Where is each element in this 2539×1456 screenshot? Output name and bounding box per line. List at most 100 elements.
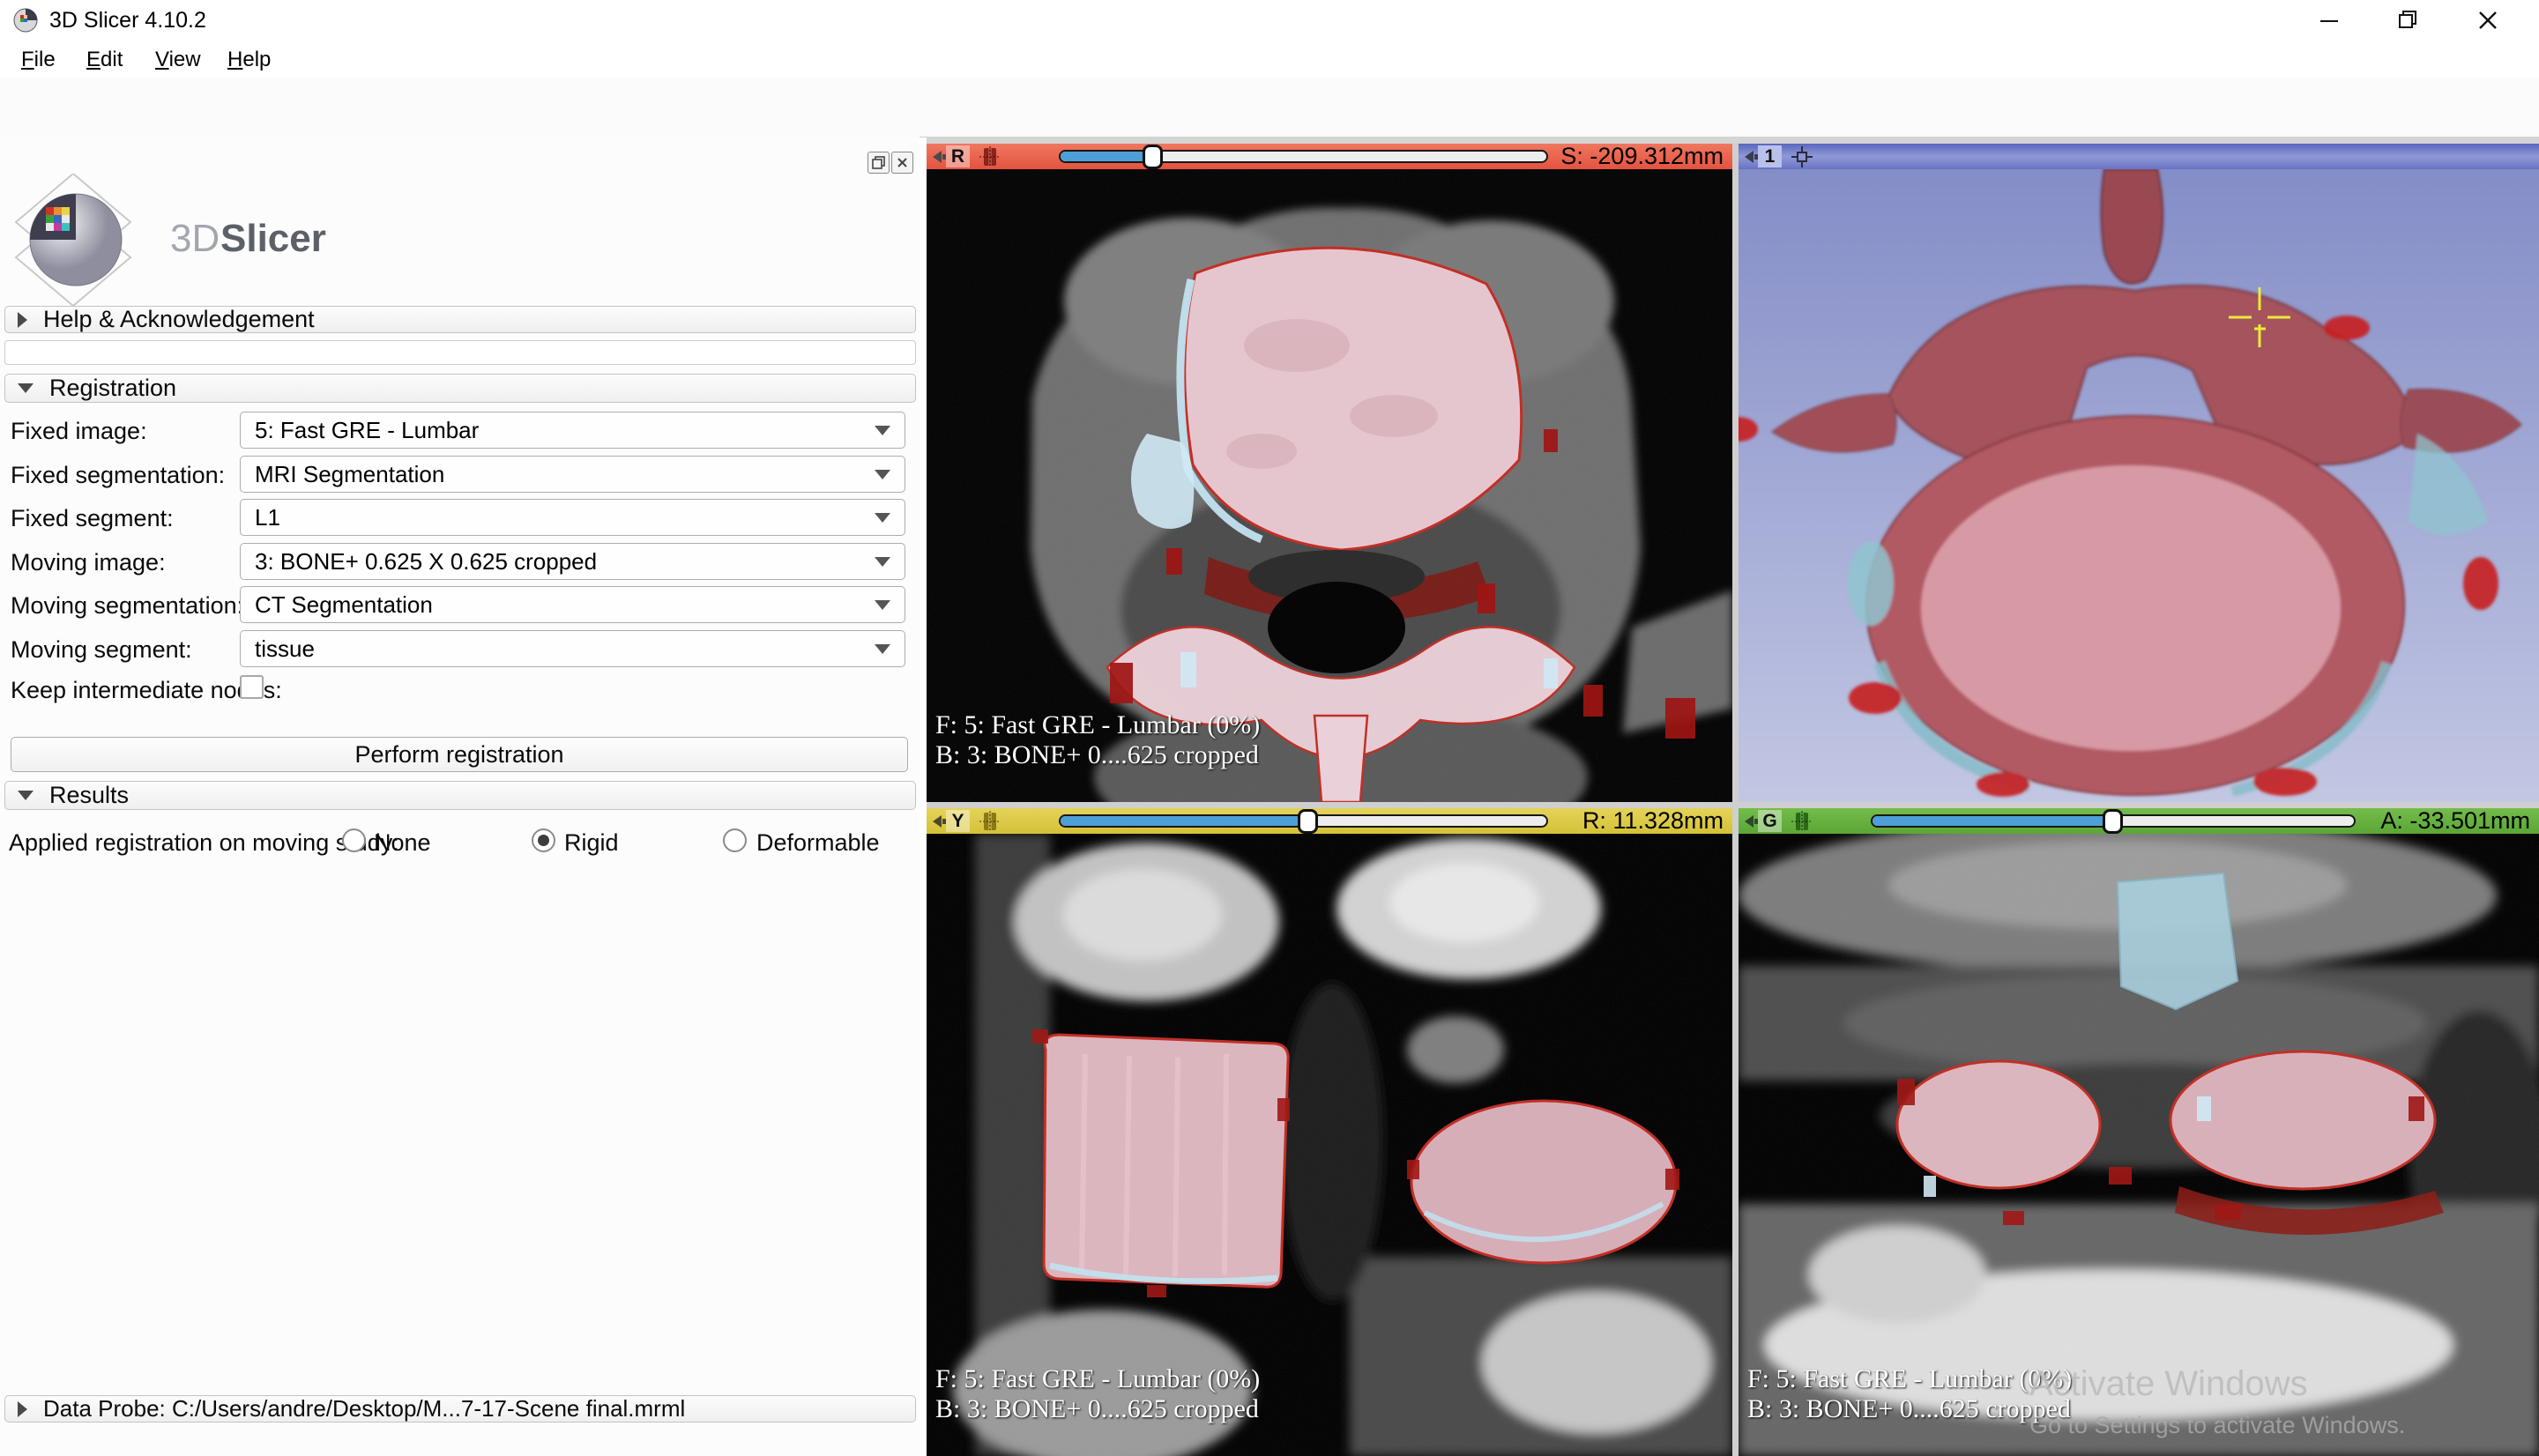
red-slice-header: R S: -209.312mm [927,144,1732,169]
perform-registration-button[interactable]: Perform registration [11,737,908,772]
chevron-down-icon [875,644,890,654]
chevron-down-icon [875,470,890,479]
close-icon [2475,7,2501,33]
moving-image-combobox[interactable]: 3: BONE+ 0.625 X 0.625 cropped [240,543,905,580]
moving-segmentation-combobox[interactable]: CT Segmentation [240,586,905,623]
fixed-image-combobox[interactable]: 5: Fast GRE - Lumbar [240,412,905,449]
red-background-label: B: 3: BONE+ 0....625 cropped [935,740,1259,770]
panel-close-button[interactable] [891,152,913,174]
yellow-slice-view[interactable]: F: 5: Fast GRE - Lumbar (0%) B: 3: BONE+… [927,834,1732,1456]
app-logo-icon [12,7,39,33]
menu-help[interactable]: Help [222,46,276,74]
help-acknowledgement-section[interactable]: Help & Acknowledgement [4,306,916,333]
chevron-down-icon [875,513,890,523]
fixed-segment-combobox[interactable]: L1 [240,499,905,536]
menu-view[interactable]: View [150,46,206,74]
views-top-splitter[interactable] [927,137,2539,144]
collapse-arrow-icon [18,383,34,393]
radio-deformable-label[interactable]: Deformable [756,829,880,857]
chevron-down-icon [875,600,890,610]
moving-image-label: Moving image: [11,549,166,576]
fixed-segmentation-value: MRI Segmentation [255,461,444,488]
red-foreground-label: F: 5: Fast GRE - Lumbar (0%) [935,710,1260,740]
slider-handle[interactable] [1143,145,1163,169]
threed-view-header: 1 [1739,144,2539,169]
radio-rigid-label[interactable]: Rigid [564,829,619,857]
green-background-label: B: 3: BONE+ 0....625 cropped [1747,1394,2071,1424]
red-slice-slider[interactable] [1059,150,1548,163]
radio-none-label[interactable]: None [374,829,431,857]
threed-view-label[interactable]: 1 [1758,145,1782,167]
panel-close-icon [897,157,908,168]
minimize-button[interactable] [2301,0,2357,40]
registration-section[interactable]: Registration [4,374,916,403]
red-slice-view[interactable]: F: 5: Fast GRE - Lumbar (0%) B: 3: BONE+… [927,169,1732,802]
help-text-area [4,340,916,365]
section-label: Registration [49,375,176,402]
results-section[interactable]: Results [4,781,916,810]
close-button[interactable] [2460,0,2516,40]
red-slice-label[interactable]: R [946,145,970,167]
moving-segmentation-label: Moving segmentation: [11,592,243,620]
radio-rigid[interactable] [532,828,555,852]
green-foreground-label: F: 5: Fast GRE - Lumbar (0%) [1747,1364,2072,1394]
data-probe-section[interactable]: Data Probe: C:/Users/andre/Desktop/M...7… [4,1395,916,1423]
logo-text-slicer: Slicer [220,217,326,260]
fixed-segment-value: L1 [255,504,280,531]
green-slice-offset: A: -33.501mm [2380,808,2530,834]
yellow-slice-header: Y R: 11.328mm [927,808,1732,834]
activate-windows-watermark-sub: Go to Settings to activate Windows. [2029,1412,2405,1439]
yellow-slice-slider[interactable] [1059,814,1548,828]
pin-icon[interactable] [1743,150,1759,164]
collapse-arrow-icon [18,791,34,800]
slice-menu-icon[interactable] [979,811,1001,832]
pin-icon[interactable] [1743,814,1759,828]
green-slice-slider[interactable] [1871,814,2356,828]
moving-image-value: 3: BONE+ 0.625 X 0.625 cropped [255,548,597,576]
yellow-slice-label[interactable]: Y [946,810,970,832]
section-label: Help & Acknowledgement [43,306,315,333]
menu-bar: File Edit View Help [0,40,2539,78]
moving-segment-value: tissue [255,635,315,663]
pin-icon[interactable] [931,150,947,164]
radio-none[interactable] [342,828,366,852]
pin-icon[interactable] [931,814,947,828]
fixed-segmentation-combobox[interactable]: MRI Segmentation [240,456,905,493]
restore-button[interactable] [2380,0,2437,40]
moving-segment-combobox[interactable]: tissue [240,630,905,667]
section-label: Results [49,782,129,809]
yellow-background-label: B: 3: BONE+ 0....625 cropped [935,1394,1259,1424]
slider-fill [1061,152,1153,161]
slicer-logo: 3D Slicer [7,174,360,306]
green-slice-view[interactable]: F: 5: Fast GRE - Lumbar (0%) B: 3: BONE+… [1739,834,2539,1456]
collapse-arrow-icon [18,1401,27,1417]
slider-fill [1873,816,2113,826]
slider-fill [1061,816,1308,826]
fixed-segmentation-label: Fixed segmentation: [11,462,225,489]
vertical-splitter[interactable] [1732,144,1739,1456]
threed-view[interactable] [1739,169,2539,802]
green-slice-header: G A: -33.501mm [1739,808,2539,834]
menu-edit[interactable]: Edit [81,46,128,74]
green-slice-label[interactable]: G [1758,810,1782,832]
slider-handle[interactable] [2103,809,2123,834]
keep-intermediate-nodes-checkbox[interactable] [240,675,264,699]
logo-text-3d: 3D [170,217,220,260]
yellow-foreground-label: F: 5: Fast GRE - Lumbar (0%) [935,1364,1260,1394]
restore-icon [2395,7,2422,33]
collapse-arrow-icon [18,312,27,328]
view-settings-icon[interactable] [1791,146,1813,167]
minimize-icon [2316,7,2342,33]
panel-popup-button[interactable] [867,152,890,174]
fixed-segment-label: Fixed segment: [11,505,174,532]
chevron-down-icon [875,557,890,567]
menu-file[interactable]: File [16,46,61,74]
slice-menu-icon[interactable] [979,146,1001,167]
horizontal-splitter[interactable] [927,802,2539,808]
moving-segmentation-value: CT Segmentation [255,591,433,619]
slice-menu-icon[interactable] [1791,811,1813,832]
radio-deformable[interactable] [723,828,747,852]
slider-handle[interactable] [1298,809,1318,834]
activate-windows-watermark: Activate Windows [2029,1364,2308,1404]
module-panel: 3D Slicer Help & Acknowledgement Registr… [0,137,920,1456]
